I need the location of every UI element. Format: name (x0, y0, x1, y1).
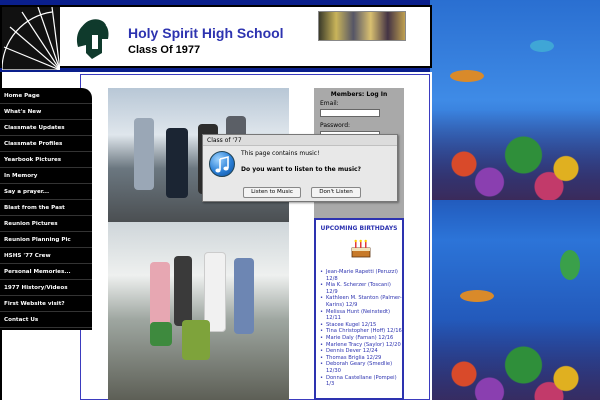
nav-item-first-website-visit[interactable]: First Website visit? (0, 296, 92, 312)
dialog-question: Do you want to listen to the music? (241, 166, 362, 173)
birthday-entry[interactable]: Marlene Tracy (Saylor) 12/20 (320, 342, 404, 349)
aquarium-background (430, 0, 600, 400)
nav-item-classmate-updates[interactable]: Classmate Updates (0, 120, 92, 136)
fish-decoration (450, 70, 484, 82)
photo-figure (166, 128, 188, 198)
music-note-icon (209, 151, 235, 177)
email-label: Email: (320, 100, 339, 107)
photo-figure (174, 256, 192, 326)
birthday-entry[interactable]: Mia K. Scherzer (Toscani) 12/9 (320, 282, 404, 295)
photo-figure (150, 322, 172, 346)
birthday-entry[interactable]: Tina Christopher (Hoff) 12/16 (320, 328, 404, 335)
nav-item-in-memory[interactable]: In Memory (0, 168, 92, 184)
birthday-entry[interactable]: Deborah Geary (Smedlie) 12/30 (320, 361, 404, 374)
birthday-entry[interactable]: Jean-Marie Rapetti (Peruzzi) 12/8 (320, 269, 404, 282)
nav-item-reunion-planning-pic[interactable]: Reunion Planning Pic (0, 232, 92, 248)
password-label: Password: (320, 122, 351, 129)
photo-figure (234, 258, 254, 334)
nav-item-home-page[interactable]: Home Page (0, 88, 92, 104)
sidebar-nav: Home Page What's New Classmate Updates C… (0, 88, 92, 330)
nav-item-hshs-77-crew[interactable]: HSHS '77 Crew (0, 248, 92, 264)
nav-item-classmate-profiles[interactable]: Classmate Profiles (0, 136, 92, 152)
photo-figure (134, 118, 154, 190)
nav-item-blast-from-the-past[interactable]: Blast from the Past (0, 200, 92, 216)
class-year-title: Class Of 1977 (128, 44, 201, 56)
nav-item-say-a-prayer[interactable]: Say a prayer... (0, 184, 92, 200)
school-name: Holy Spirit High School (128, 25, 284, 41)
coral-reef-upper (430, 110, 600, 200)
photo-figure (182, 320, 210, 360)
music-dialog: Class of '77 This page contains music! D… (202, 134, 398, 202)
fish-decoration (530, 40, 554, 52)
login-title: Members: Log In (330, 91, 388, 98)
birthday-entry[interactable]: Marie Daly (Faman) 12/16 (320, 335, 404, 342)
dialog-title: Class of '77 (203, 135, 397, 146)
birthdays-title: UPCOMING BIRTHDAYS (320, 225, 398, 232)
birthday-entry[interactable]: Thomas Briglia 12/29 (320, 355, 404, 362)
birthday-entry[interactable]: Donna Castellane (Pompei) 1/3 (320, 375, 404, 388)
listen-to-music-button[interactable]: Listen to Music (243, 187, 301, 198)
birthday-entry[interactable]: Dennis Dever 12/24 (320, 348, 404, 355)
fish-decoration (560, 250, 580, 280)
birthday-entry[interactable]: Stacee Kugel 12/15 (320, 322, 404, 329)
nav-item-yearbook-pictures[interactable]: Yearbook Pictures (0, 152, 92, 168)
classmates-photo-bottom (108, 222, 289, 400)
fish-decoration (460, 290, 494, 302)
birthday-entry[interactable]: Kathleen M. Stanton (Palmer-Karins) 12/9 (320, 295, 404, 308)
coral-reef-lower (430, 320, 600, 400)
email-field[interactable] (320, 109, 380, 117)
birthday-cake-icon (350, 238, 372, 258)
dont-listen-button[interactable]: Don't Listen (311, 187, 361, 198)
dialog-message: This page contains music! (241, 150, 320, 157)
nav-item-contact-us[interactable]: Contact Us (0, 312, 92, 328)
birthday-list: Jean-Marie Rapetti (Peruzzi) 12/8 Mia K.… (320, 269, 404, 388)
spartan-helmet-icon (72, 17, 112, 63)
birthday-entry[interactable]: Melissa Hunt (Neinstedt) 12/11 (320, 309, 404, 322)
upcoming-birthdays-panel: UPCOMING BIRTHDAYS Jean-Marie Rapetti (P… (314, 218, 404, 400)
nav-item-reunion-pictures[interactable]: Reunion Pictures (0, 216, 92, 232)
nav-item-whats-new[interactable]: What's New (0, 104, 92, 120)
header-group-photo (318, 11, 406, 41)
site-header: Holy Spirit High School Class Of 1977 (0, 5, 432, 70)
nav-item-personal-memories[interactable]: Personal Memories... (0, 264, 92, 280)
nav-item-1977-history-videos[interactable]: 1977 History/Videos (0, 280, 92, 296)
fan-logo (2, 7, 60, 70)
